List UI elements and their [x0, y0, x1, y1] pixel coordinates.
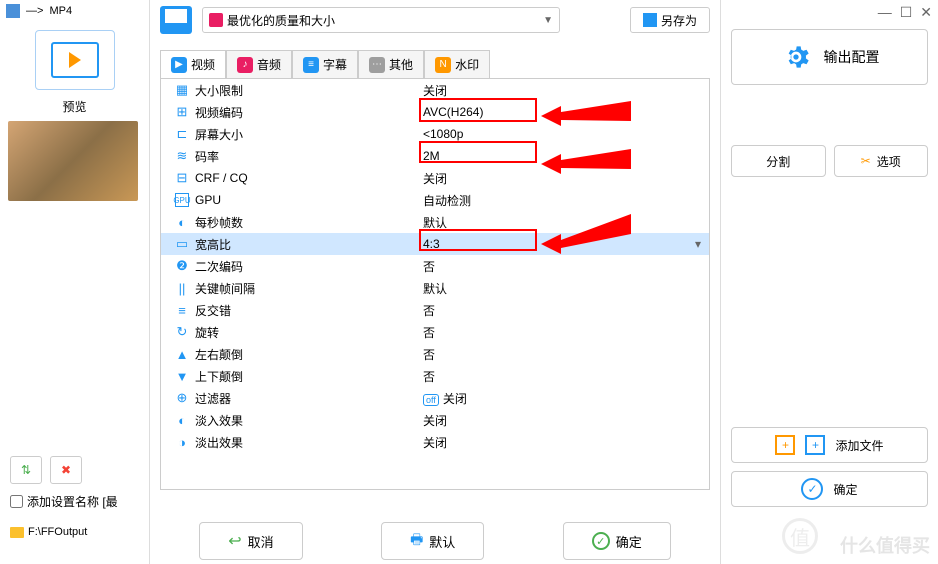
preset-label: 最优化的质量和大小 — [227, 12, 335, 29]
play-icon — [69, 52, 81, 68]
row-fade-out[interactable]: ◑淡出效果关闭 — [161, 431, 709, 453]
default-button[interactable]: 🖶默认 — [381, 522, 484, 560]
save-as-label: 另存为 — [661, 12, 697, 29]
split-merge-button[interactable]: ⇅ — [10, 456, 42, 484]
add-settings-name-checkbox[interactable] — [10, 495, 23, 508]
confirm-button[interactable]: ✓ 确定 — [731, 471, 928, 507]
folder-icon — [10, 527, 24, 538]
add-files-button[interactable]: + + 添加文件 — [731, 427, 928, 463]
add-folder-icon: + — [775, 435, 795, 455]
check-icon: ✓ — [592, 532, 610, 550]
gear-icon — [780, 41, 812, 73]
output-config-button[interactable]: 输出配置 — [731, 29, 928, 85]
row-deinterlace[interactable]: ≡反交错否 — [161, 299, 709, 321]
back-arrow-icon: ↩ — [228, 531, 241, 551]
row-size-limit[interactable]: ▦大小限制关闭 — [161, 79, 709, 101]
minimize-button[interactable]: — — [878, 4, 892, 21]
options-button[interactable]: ✂选项 — [834, 145, 929, 177]
save-as-button[interactable]: 另存为 — [630, 7, 710, 33]
left-panel: —> MP4 预览 ⇅ ✖ 添加设置名称 [最 F:\FFOutput — [0, 0, 150, 564]
row-fade-in[interactable]: ◐淡入效果关闭 — [161, 409, 709, 431]
add-file-icon: + — [805, 435, 825, 455]
cancel-button[interactable]: ↩取消 — [199, 522, 302, 560]
delete-button[interactable]: ✖ — [50, 456, 82, 484]
maximize-button[interactable]: ☐ — [900, 4, 913, 21]
default-icon: 🖶 — [410, 529, 423, 553]
preview-button[interactable] — [35, 30, 115, 90]
output-config-label: 输出配置 — [824, 47, 880, 67]
row-aspect-ratio[interactable]: ▭宽高比4:3▾ — [161, 233, 709, 255]
preset-icon — [209, 13, 223, 27]
row-two-pass[interactable]: ❷二次编码否 — [161, 255, 709, 277]
row-keyframe[interactable]: ||关键帧间隔默认 — [161, 277, 709, 299]
tabs: ▶视频 ♪音频 ≡字幕 ⋯其他 N水印 — [160, 50, 710, 78]
chevron-down-icon: ▼ — [543, 15, 553, 26]
right-panel: — ☐ ✕ 输出配置 分割 ✂选项 + + 添加文件 ✓ 确定 — [720, 0, 938, 564]
video-icon: ▶ — [171, 57, 187, 73]
row-screen-size[interactable]: ⊏屏幕大小<1080p — [161, 123, 709, 145]
output-path-button[interactable]: F:\FFOutput — [10, 526, 87, 538]
quality-preset-dropdown[interactable]: 最优化的质量和大小 ▼ — [202, 7, 560, 33]
add-settings-label: 添加设置名称 [最 — [27, 493, 118, 510]
tab-audio[interactable]: ♪音频 — [226, 50, 292, 78]
tab-video[interactable]: ▶视频 — [160, 50, 226, 78]
split-button[interactable]: 分割 — [731, 145, 826, 177]
scissors-icon: ✂ — [861, 154, 871, 168]
check-circle-icon: ✓ — [801, 478, 823, 500]
format-bar: —> MP4 — [0, 0, 149, 22]
watermark-icon: N — [435, 57, 451, 73]
tab-subtitle[interactable]: ≡字幕 — [292, 50, 358, 78]
row-video-codec[interactable]: ⊞视频编码AVC(H264) — [161, 101, 709, 123]
watermark-text: 什么值得买 — [840, 532, 930, 558]
save-icon — [643, 13, 657, 27]
audio-icon: ♪ — [237, 57, 253, 73]
chevron-down-icon: ▾ — [695, 237, 701, 251]
row-bitrate[interactable]: ≋码率2M — [161, 145, 709, 167]
subtitle-icon: ≡ — [303, 57, 319, 73]
watermark-logo: 值 — [782, 518, 818, 554]
dest-format: MP4 — [49, 5, 72, 17]
row-flip-v[interactable]: ▼上下颠倒否 — [161, 365, 709, 387]
row-rotate[interactable]: ↻旋转否 — [161, 321, 709, 343]
close-button[interactable]: ✕ — [920, 4, 932, 21]
preview-label: 预览 — [0, 98, 149, 115]
row-flip-h[interactable]: ▲左右颠倒否 — [161, 343, 709, 365]
row-gpu[interactable]: GPUGPU自动检测 — [161, 189, 709, 211]
other-icon: ⋯ — [369, 57, 385, 73]
settings-list: ▦大小限制关闭 ⊞视频编码AVC(H264) ⊏屏幕大小<1080p ≋码率2M… — [160, 78, 710, 490]
video-thumbnail[interactable] — [8, 121, 138, 201]
center-panel: 最优化的质量和大小 ▼ 另存为 ▶视频 ♪音频 ≡字幕 ⋯其他 N水印 ▦大小限… — [150, 0, 720, 564]
row-crf[interactable]: ⊟CRF / CQ关闭 — [161, 167, 709, 189]
arrow-separator: —> — [26, 5, 43, 17]
tab-other[interactable]: ⋯其他 — [358, 50, 424, 78]
row-fps[interactable]: ◐每秒帧数默认 — [161, 211, 709, 233]
ok-button[interactable]: ✓确定 — [563, 522, 671, 560]
source-file-icon — [6, 4, 20, 18]
output-path: F:\FFOutput — [28, 526, 87, 538]
device-icon — [160, 6, 192, 34]
tab-watermark[interactable]: N水印 — [424, 50, 490, 78]
row-filter[interactable]: ⊕过滤器off关闭 — [161, 387, 709, 409]
